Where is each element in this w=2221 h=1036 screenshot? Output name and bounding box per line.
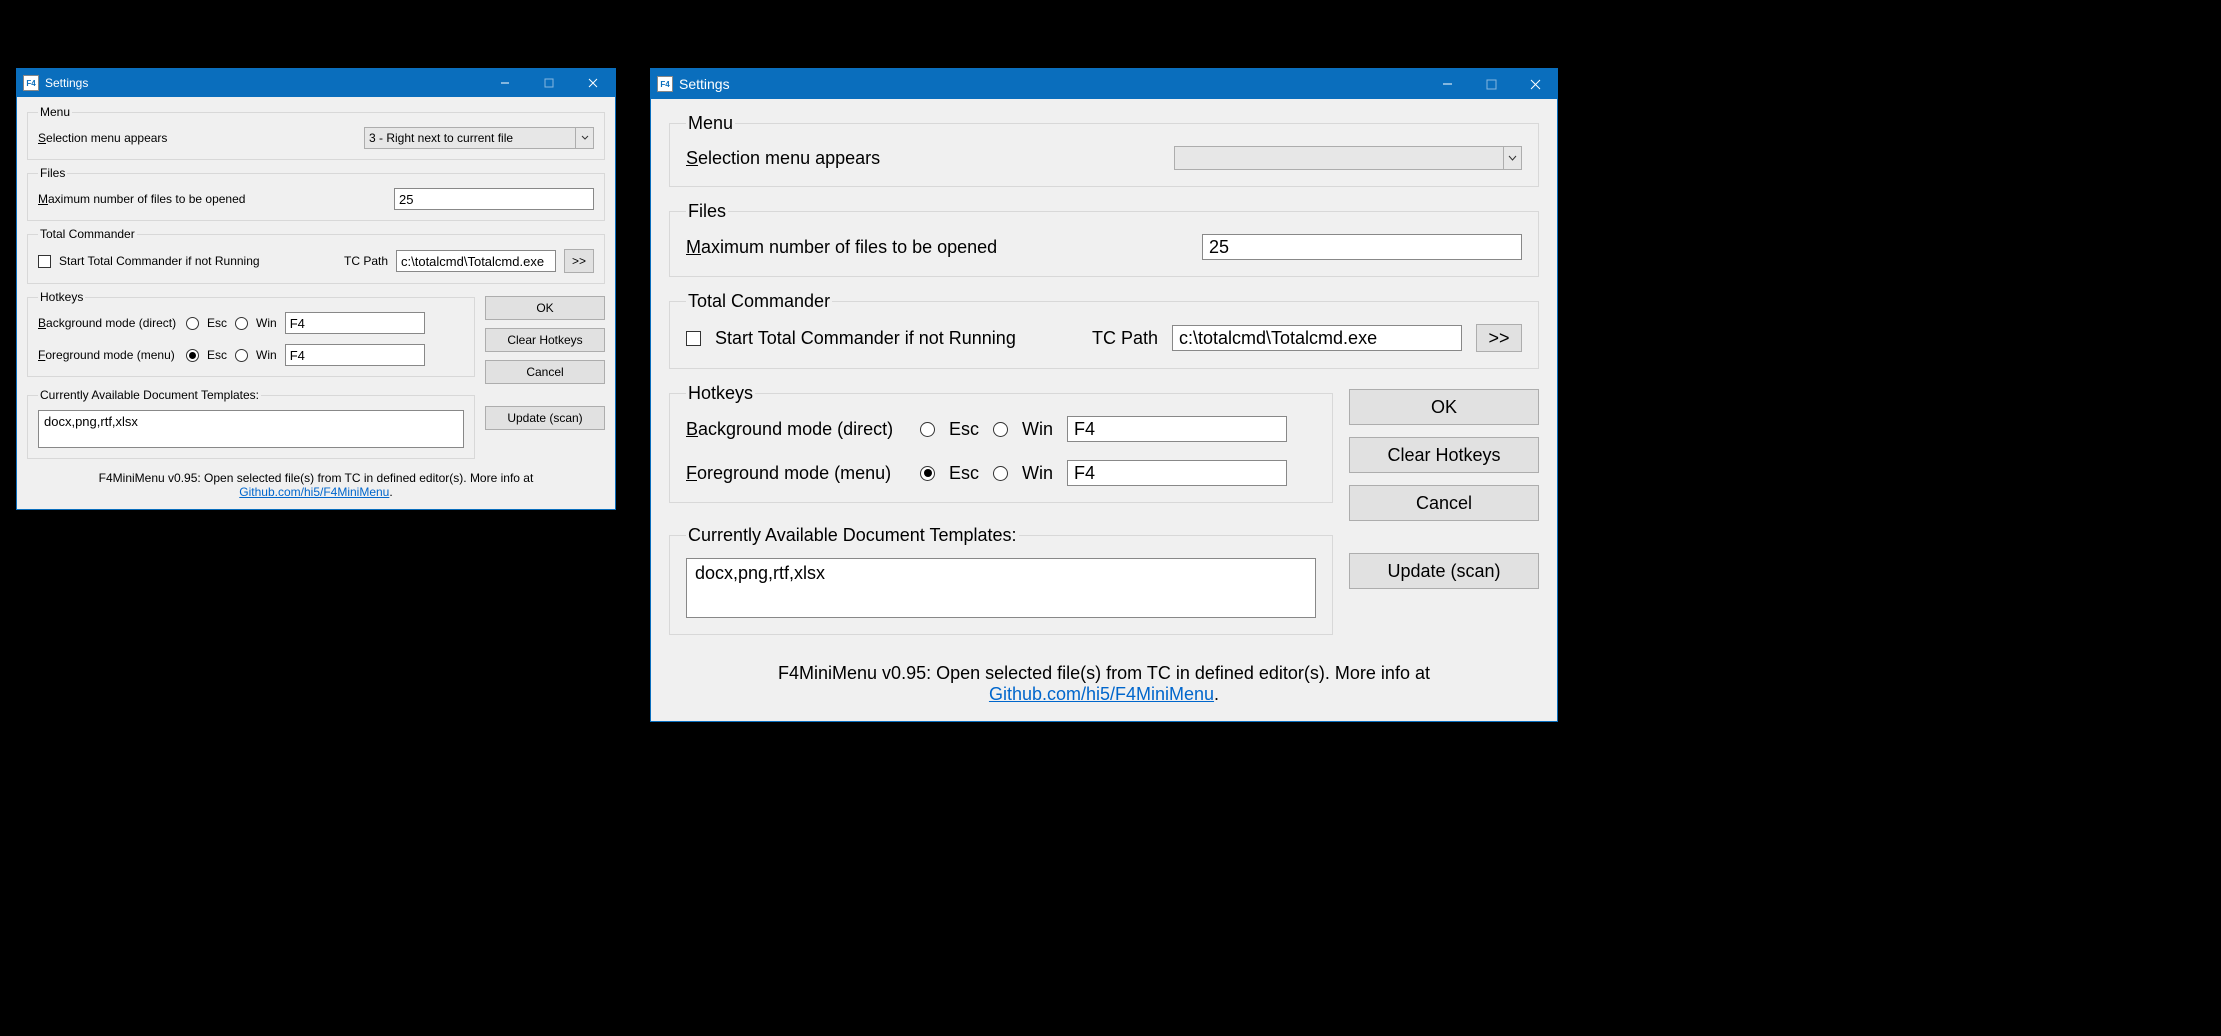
tc-group: Total Commander Start Total Commander if… — [669, 291, 1539, 369]
tc-path-input[interactable] — [1172, 325, 1462, 351]
start-tc-checkbox[interactable] — [38, 255, 51, 268]
window-title: Settings — [45, 76, 483, 90]
tc-path-label: TC Path — [344, 254, 388, 268]
menu-group: Menu Selection menu appears 3 - Right ne… — [27, 105, 605, 160]
max-files-input[interactable] — [394, 188, 594, 210]
tc-path-label: TC Path — [1092, 328, 1158, 349]
bg-esc-radio[interactable] — [186, 317, 199, 330]
bg-hotkey-input[interactable] — [285, 312, 425, 334]
update-scan-button[interactable]: Update (scan) — [485, 406, 605, 430]
start-tc-label: Start Total Commander if not Running — [715, 328, 1078, 349]
max-files-label: Maximum number of files to be opened — [686, 237, 1188, 258]
bg-win-radio[interactable] — [993, 422, 1008, 437]
minimize-button[interactable] — [483, 69, 527, 97]
max-files-label: Maximum number of files to be opened — [38, 192, 386, 206]
bg-win-radio[interactable] — [235, 317, 248, 330]
start-tc-label: Start Total Commander if not Running — [59, 254, 336, 268]
fg-esc-label: Esc — [207, 348, 227, 362]
menu-legend: Menu — [686, 113, 735, 134]
titlebar[interactable]: F4 Settings — [651, 69, 1557, 99]
fg-mode-label: Foreground mode (menu) — [38, 348, 178, 362]
hotkeys-legend: Hotkeys — [38, 290, 85, 304]
fg-win-radio[interactable] — [235, 349, 248, 362]
tc-path-input[interactable] — [396, 250, 556, 272]
app-icon: F4 — [657, 76, 673, 92]
hotkeys-group: Hotkeys Background mode (direct) Esc Win… — [27, 290, 475, 377]
fg-win-radio[interactable] — [993, 466, 1008, 481]
files-group: Files Maximum number of files to be open… — [669, 201, 1539, 277]
files-legend: Files — [686, 201, 728, 222]
fg-win-label: Win — [256, 348, 277, 362]
files-legend: Files — [38, 166, 67, 180]
templates-group: Currently Available Document Templates: … — [27, 388, 475, 459]
fg-win-label: Win — [1022, 463, 1053, 484]
hotkeys-group: Hotkeys Background mode (direct) Esc Win… — [669, 383, 1333, 503]
bg-win-label: Win — [1022, 419, 1053, 440]
ok-button[interactable]: OK — [485, 296, 605, 320]
fg-hotkey-input[interactable] — [285, 344, 425, 366]
templates-group: Currently Available Document Templates: … — [669, 525, 1333, 635]
titlebar[interactable]: F4 Settings — [17, 69, 615, 97]
chevron-down-icon[interactable] — [1503, 147, 1521, 169]
fg-esc-label: Esc — [949, 463, 979, 484]
cancel-button[interactable]: Cancel — [485, 360, 605, 384]
bg-mode-label: Background mode (direct) — [38, 316, 178, 330]
selection-menu-label: Selection menu appears — [38, 131, 356, 145]
templates-textarea[interactable]: docx,png,rtf,xlsx — [686, 558, 1316, 618]
tc-browse-button[interactable]: >> — [1476, 324, 1522, 352]
templates-legend: Currently Available Document Templates: — [686, 525, 1019, 546]
hotkeys-legend: Hotkeys — [686, 383, 755, 404]
tc-group: Total Commander Start Total Commander if… — [27, 227, 605, 284]
fg-mode-label: Foreground mode (menu) — [686, 463, 906, 484]
bg-esc-label: Esc — [949, 419, 979, 440]
files-group: Files Maximum number of files to be open… — [27, 166, 605, 221]
selection-menu-select[interactable]: 3 - Right next to current file — [364, 127, 594, 149]
start-tc-checkbox[interactable] — [686, 331, 701, 346]
bg-hotkey-input[interactable] — [1067, 416, 1287, 442]
tc-legend: Total Commander — [38, 227, 137, 241]
bg-mode-label: Background mode (direct) — [686, 419, 906, 440]
bg-win-label: Win — [256, 316, 277, 330]
window-title: Settings — [679, 76, 1425, 92]
fg-esc-radio[interactable] — [920, 466, 935, 481]
max-files-input[interactable] — [1202, 234, 1522, 260]
tc-legend: Total Commander — [686, 291, 832, 312]
close-button[interactable] — [1513, 69, 1557, 99]
footer-text: F4MiniMenu v0.95: Open selected file(s) … — [27, 465, 605, 503]
footer-text: F4MiniMenu v0.95: Open selected file(s) … — [669, 649, 1539, 711]
selection-menu-value: 3 - Right next to current file — [369, 131, 513, 145]
selection-menu-label: Selection menu appears — [686, 148, 1160, 169]
tc-browse-button[interactable]: >> — [564, 249, 594, 273]
templates-legend: Currently Available Document Templates: — [38, 388, 261, 402]
ok-button[interactable]: OK — [1349, 389, 1539, 425]
github-link[interactable]: Github.com/hi5/F4MiniMenu — [239, 485, 389, 499]
maximize-button[interactable] — [527, 69, 571, 97]
menu-group: Menu Selection menu appears — [669, 113, 1539, 187]
clear-hotkeys-button[interactable]: Clear Hotkeys — [1349, 437, 1539, 473]
fg-esc-radio[interactable] — [186, 349, 199, 362]
github-link[interactable]: Github.com/hi5/F4MiniMenu — [989, 684, 1214, 704]
selection-menu-select[interactable] — [1174, 146, 1522, 170]
app-icon: F4 — [23, 75, 39, 91]
close-button[interactable] — [571, 69, 615, 97]
bg-esc-radio[interactable] — [920, 422, 935, 437]
menu-legend: Menu — [38, 105, 72, 119]
cancel-button[interactable]: Cancel — [1349, 485, 1539, 521]
minimize-button[interactable] — [1425, 69, 1469, 99]
maximize-button[interactable] — [1469, 69, 1513, 99]
templates-textarea[interactable]: docx,png,rtf,xlsx — [38, 410, 464, 448]
fg-hotkey-input[interactable] — [1067, 460, 1287, 486]
chevron-down-icon[interactable] — [575, 128, 593, 148]
bg-esc-label: Esc — [207, 316, 227, 330]
clear-hotkeys-button[interactable]: Clear Hotkeys — [485, 328, 605, 352]
update-scan-button[interactable]: Update (scan) — [1349, 553, 1539, 589]
